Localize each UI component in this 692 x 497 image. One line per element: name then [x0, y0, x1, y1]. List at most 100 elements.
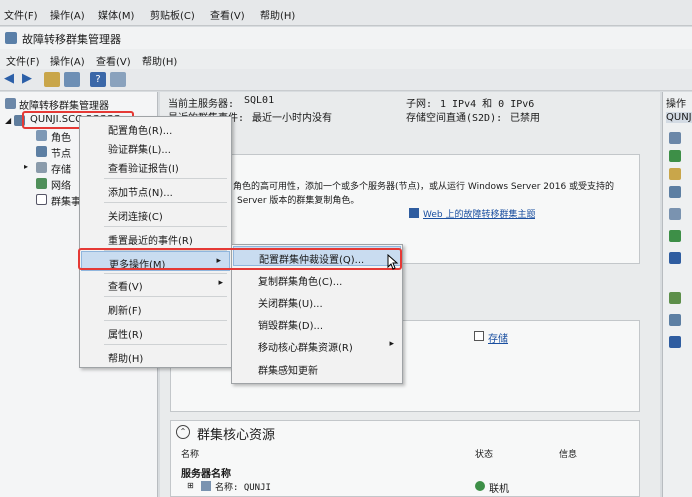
tree-item-roles[interactable]: 角色 — [51, 129, 71, 143]
vm-menubar: 文件(F) 操作(A) 媒体(M) 剪贴板(C) 查看(V) 帮助(H) — [0, 0, 692, 26]
refresh-icon[interactable] — [669, 230, 681, 242]
menu-file[interactable]: 文件(F) — [6, 53, 40, 68]
collapse-chevron-icon[interactable]: ⌃ — [176, 425, 190, 439]
cluster-manager-icon — [5, 98, 16, 109]
roles-icon — [36, 130, 47, 141]
properties-icon[interactable] — [669, 314, 681, 326]
app-menubar: 文件(F) 操作(A) 查看(V) 帮助(H) — [0, 49, 692, 69]
network-value: 1 IPv4 和 0 IPv6 — [440, 99, 535, 110]
actions-panel: 操作 QUNJ — [662, 92, 692, 497]
expand-plus-icon[interactable]: ⊞ — [187, 481, 194, 490]
vm-menu-help[interactable]: 帮助(H) — [260, 7, 295, 22]
menu-separator — [104, 320, 227, 321]
help-icon[interactable]: ? — [90, 72, 106, 87]
col-name[interactable]: 名称 — [181, 447, 199, 460]
menu-item-move-core-resources[interactable]: 移动核心群集资源(R) ▸ — [232, 336, 402, 354]
storage-link[interactable]: 存储 — [488, 330, 508, 345]
menu-item-properties[interactable]: 属性(R) — [80, 323, 231, 341]
menu-item-shutdown-cluster[interactable]: 关闭群集(U)... — [232, 292, 402, 310]
menu-view[interactable]: 查看(V) — [96, 53, 131, 68]
validate-icon[interactable] — [669, 150, 681, 162]
back-arrow-icon[interactable]: ◀ — [4, 72, 20, 87]
description-line2: Server 版本的群集复制角色。 — [237, 196, 360, 206]
vm-menu-action[interactable]: 操作(A) — [50, 7, 85, 22]
view-icon[interactable] — [669, 292, 681, 304]
tree-item-network[interactable]: 网络 — [51, 177, 71, 191]
menu-separator — [104, 226, 227, 227]
report-icon[interactable] — [669, 168, 681, 180]
submenu-arrow-icon: ▸ — [389, 339, 394, 349]
server-status: 联机 — [489, 484, 509, 495]
cluster-manager-icon — [5, 32, 17, 44]
tree-item-events[interactable]: 群集事 — [51, 193, 81, 207]
core-resources-box: ⌃ 群集核心资源 名称 状态 信息 服务器名称 ⊞ 名称: QUNJI 联机 — [170, 420, 640, 497]
vm-menu-view[interactable]: 查看(V) — [210, 7, 245, 22]
annotation-box-quorum — [78, 248, 402, 270]
s2d-value: 已禁用 — [510, 113, 540, 124]
tree-item-nodes[interactable]: 节点 — [51, 145, 71, 159]
actions-cluster[interactable]: QUNJ — [666, 112, 692, 123]
col-info[interactable]: 信息 — [559, 447, 577, 460]
menu-action[interactable]: 操作(A) — [50, 53, 85, 68]
menu-separator — [104, 178, 227, 179]
add-node-icon[interactable] — [669, 186, 681, 198]
app-title: 故障转移群集管理器 — [22, 33, 121, 46]
menu-help[interactable]: 帮助(H) — [142, 53, 177, 68]
help-link-icon — [409, 208, 419, 218]
console-tree-icon[interactable] — [64, 72, 80, 87]
core-resources-header: 群集核心资源 — [197, 428, 276, 443]
vm-menu-media[interactable]: 媒体(M) — [98, 7, 134, 22]
menu-item-configure-role[interactable]: 配置角色(R)... — [80, 119, 231, 137]
forward-arrow-icon[interactable]: ▶ — [22, 72, 38, 87]
vm-menu-file[interactable]: 文件(F) — [4, 7, 38, 22]
context-menu: 配置角色(R)... 验证群集(L)... 查看验证报告(I) 添加节点(N).… — [79, 116, 232, 368]
tree-root[interactable]: 故障转移群集管理器 — [19, 97, 109, 111]
folder-up-icon[interactable] — [44, 72, 60, 87]
help-action-icon[interactable] — [669, 336, 681, 348]
col-status[interactable]: 状态 — [475, 447, 493, 460]
menu-item-add-node[interactable]: 添加节点(N)... — [80, 181, 231, 199]
server-name-row[interactable]: 名称: QUNJI — [215, 480, 271, 493]
events-icon — [36, 194, 47, 205]
action-pane-icon[interactable] — [110, 72, 126, 87]
toolbar: ◀ ▶ ? — [0, 69, 692, 91]
actions-header: 操作 — [666, 99, 686, 110]
recent-events-value: 最近一小时内没有 — [252, 113, 332, 124]
storage-link-icon — [474, 331, 484, 341]
nodes-icon — [36, 146, 47, 157]
network-label: 子网: — [406, 99, 433, 110]
more-actions-icon[interactable] — [669, 252, 681, 264]
menu-item-view-validation-report[interactable]: 查看验证报告(I) — [80, 157, 231, 175]
mouse-cursor-icon — [387, 253, 399, 270]
tree-item-storage[interactable]: 存储 — [51, 161, 71, 175]
menu-item-help[interactable]: 帮助(H) — [80, 347, 231, 365]
current-host-value: SQL01 — [244, 95, 275, 106]
resource-group: 服务器名称 — [181, 469, 231, 480]
menu-separator — [104, 344, 227, 345]
storage-icon — [36, 162, 47, 173]
current-host-label: 当前主服务器: — [168, 99, 235, 110]
expand-arrow-icon[interactable]: ▸ — [24, 162, 28, 171]
configure-role-icon[interactable] — [669, 132, 681, 144]
menu-item-reset-events[interactable]: 重置最近的事件(R) — [80, 229, 231, 247]
menu-item-refresh[interactable]: 刷新(F) — [80, 299, 231, 317]
menu-item-copy-roles[interactable]: 复制群集角色(C)... — [232, 270, 402, 288]
submenu-arrow-icon: ▸ — [218, 278, 223, 288]
menu-item-cluster-aware-updating[interactable]: 群集感知更新 — [232, 359, 402, 377]
menu-separator — [104, 296, 227, 297]
menu-separator — [104, 202, 227, 203]
close-connection-icon[interactable] — [669, 208, 681, 220]
server-name-icon — [201, 481, 211, 491]
web-topics-link[interactable]: Web 上的故障转移群集主题 — [423, 207, 535, 220]
app-titlebar: 故障转移群集管理器 — [0, 27, 692, 49]
description-line1: 角色的高可用性，添加一个或多个服务器(节点)，或从运行 Windows Serv… — [233, 182, 615, 192]
menu-item-close-connection[interactable]: 关闭连接(C) — [80, 205, 231, 223]
menu-item-destroy-cluster[interactable]: 销毁群集(D)... — [232, 314, 402, 332]
s2d-label: 存储空间直通(S2D): — [406, 113, 503, 124]
menu-item-validate-cluster[interactable]: 验证群集(L)... — [80, 138, 231, 156]
network-icon — [36, 178, 47, 189]
menu-item-view[interactable]: 查看(V) ▸ — [80, 275, 231, 293]
vm-menu-clipboard[interactable]: 剪贴板(C) — [150, 7, 195, 22]
menu-separator — [104, 273, 227, 274]
expand-chevron-icon[interactable]: ◢ — [5, 116, 11, 125]
